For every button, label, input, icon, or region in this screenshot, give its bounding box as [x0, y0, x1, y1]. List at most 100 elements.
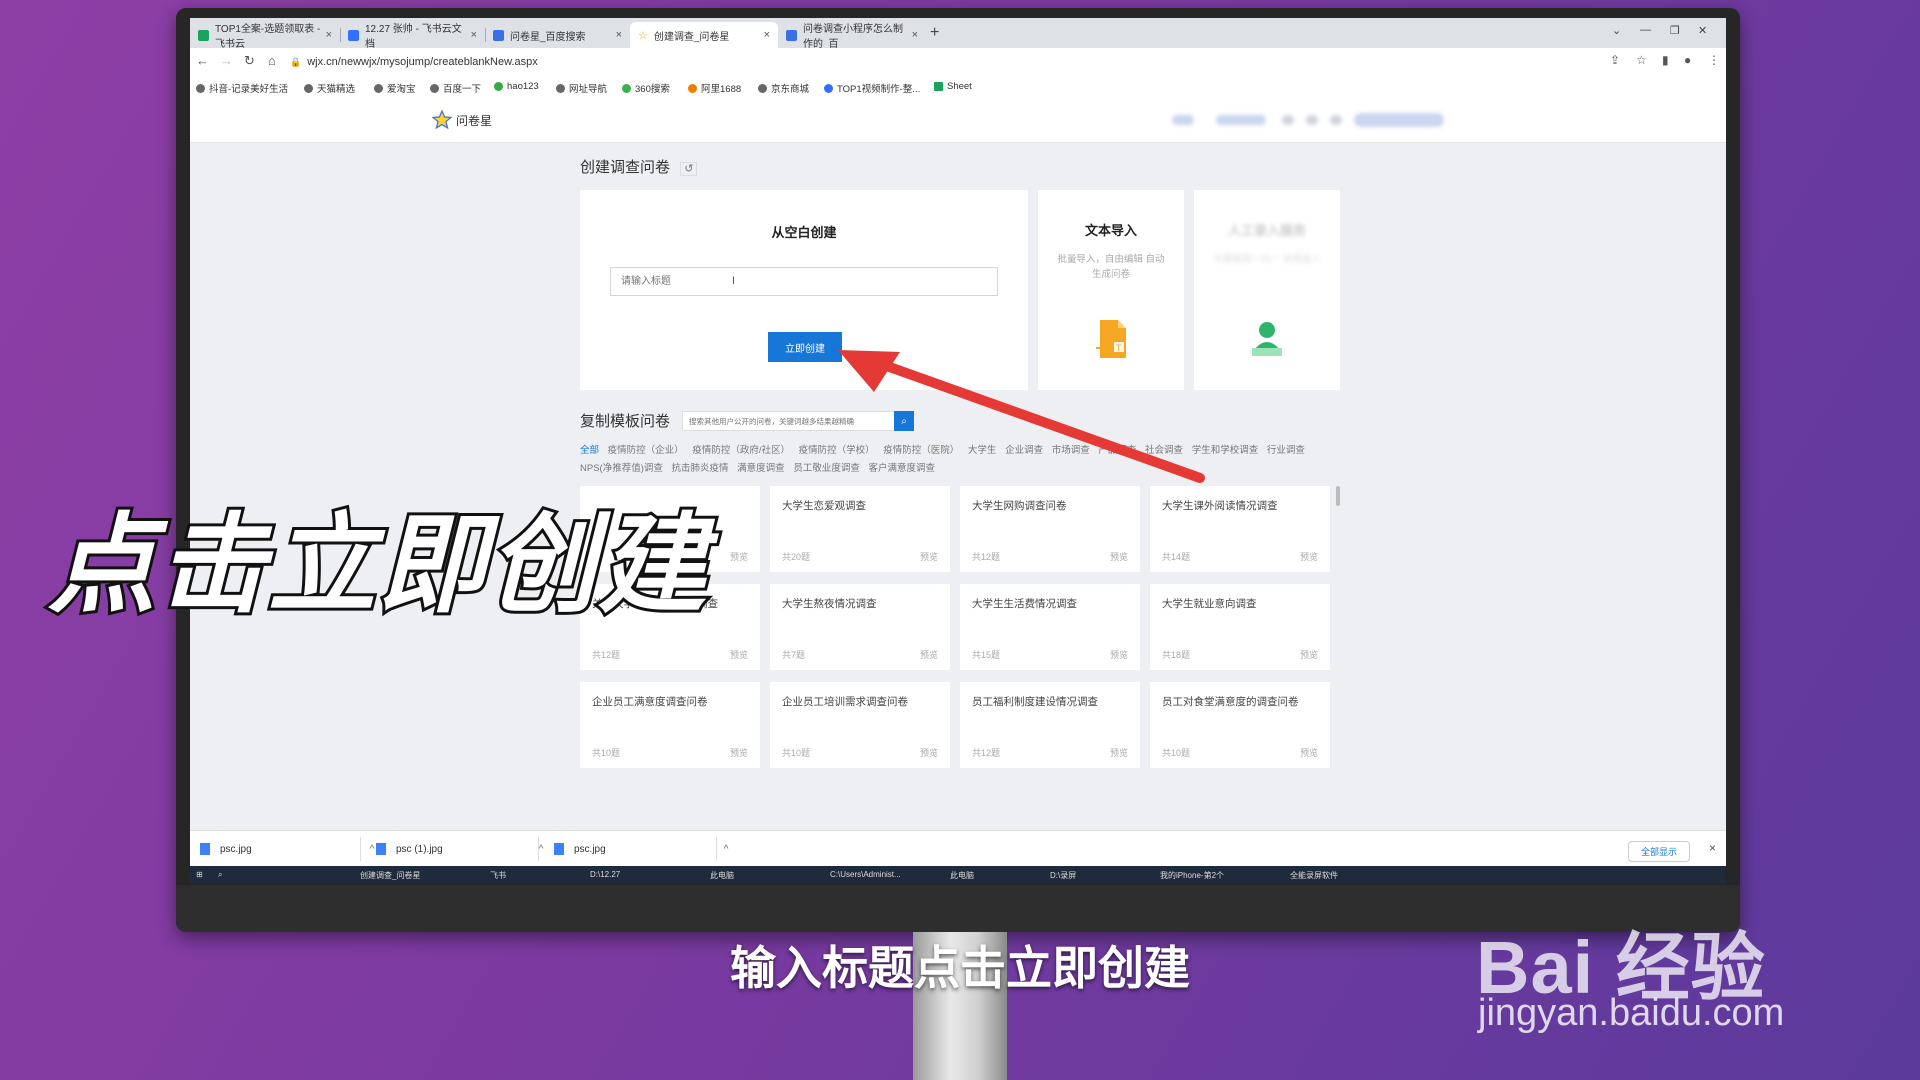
- close-icon[interactable]: ×: [912, 29, 918, 41]
- template-card[interactable]: 大学生课外阅读情况调查 共14题 预览: [1150, 486, 1330, 572]
- bookmark-item[interactable]: 网址导航: [556, 81, 607, 95]
- preview-link[interactable]: 预览: [1300, 550, 1318, 563]
- taskbar-item[interactable]: 此电脑: [710, 870, 734, 881]
- blurred-icon[interactable]: [1330, 115, 1342, 125]
- tab-bar: TOP1全案-选题领取表 - 飞书云 × 12.27 张帅 - 飞书云文档 × …: [190, 18, 1726, 50]
- close-icon[interactable]: ×: [1709, 841, 1716, 855]
- template-card[interactable]: 大学生网购调查问卷 共12题 预览: [960, 486, 1140, 572]
- bookmark-item[interactable]: 百度一下: [430, 81, 481, 95]
- category-item[interactable]: 全部: [580, 445, 599, 456]
- window-close-icon[interactable]: ✕: [1698, 24, 1707, 37]
- bookmark-item[interactable]: hao123: [494, 81, 539, 92]
- category-item[interactable]: NPS(净推荐值)调查: [580, 463, 663, 474]
- taskbar-item[interactable]: 创建调查_问卷星: [360, 870, 420, 881]
- preview-link[interactable]: 预览: [730, 648, 748, 661]
- star-logo-icon: [432, 110, 452, 130]
- blurred-user-menu[interactable]: [1354, 113, 1444, 127]
- bookmark-item[interactable]: 阿里1688: [688, 81, 741, 95]
- bookmark-item[interactable]: 天猫精选: [304, 81, 355, 95]
- bookmark-item[interactable]: TOP1视频制作-整...: [824, 81, 920, 95]
- profile-icon[interactable]: ●: [1684, 53, 1691, 67]
- preview-link[interactable]: 预览: [730, 550, 748, 563]
- template-card[interactable]: 员工福利制度建设情况调查 共12题 预览: [960, 682, 1140, 768]
- chevron-up-icon[interactable]: ^: [539, 844, 544, 855]
- search-icon[interactable]: ⌕: [218, 870, 222, 880]
- close-icon[interactable]: ×: [764, 29, 770, 41]
- customer-service-icon: [1252, 322, 1282, 356]
- tab-create-survey[interactable]: ☆ 创建调查_问卷星 ×: [630, 22, 778, 48]
- taskbar-item[interactable]: 飞书: [490, 870, 506, 881]
- template-card[interactable]: 企业员工满意度调查问卷 共10题 预览: [580, 682, 760, 768]
- menu-icon[interactable]: ⋮: [1708, 53, 1720, 67]
- sidebar-icon[interactable]: ▮: [1662, 53, 1669, 67]
- category-item[interactable]: 疫情防控（企业）: [608, 445, 684, 456]
- new-tab-icon[interactable]: +: [930, 24, 939, 42]
- template-card[interactable]: 企业员工培训需求调查问卷 共10题 预览: [770, 682, 950, 768]
- tab-feishu-sheet[interactable]: TOP1全案-选题领取表 - 飞书云 ×: [190, 22, 340, 50]
- start-icon[interactable]: ⊞: [196, 870, 203, 879]
- address-bar: ← → ↻ ⌂ 🔒 wjx.cn/newwjx/mysojump/createb…: [190, 48, 1726, 76]
- forward-icon[interactable]: →: [220, 53, 233, 68]
- category-item[interactable]: 抗击肺炎疫情: [672, 463, 729, 474]
- preview-link[interactable]: 预览: [920, 746, 938, 759]
- blurred-icon[interactable]: [1282, 115, 1294, 125]
- chevron-up-icon[interactable]: ^: [370, 844, 375, 855]
- preview-link[interactable]: 预览: [1300, 746, 1318, 759]
- scrollbar-thumb[interactable]: [1336, 486, 1340, 506]
- close-icon[interactable]: ×: [326, 29, 332, 41]
- download-item[interactable]: psc.jpg ^: [554, 843, 728, 855]
- download-item[interactable]: psc.jpg ^: [200, 843, 374, 855]
- category-item[interactable]: 满意度调查: [737, 463, 785, 474]
- bookmark-star-icon[interactable]: ☆: [1636, 53, 1647, 67]
- preview-link[interactable]: 预览: [730, 746, 748, 759]
- preview-link[interactable]: 预览: [1110, 746, 1128, 759]
- reload-icon[interactable]: ↻: [244, 53, 255, 69]
- blurred-icon[interactable]: [1306, 115, 1318, 125]
- taskbar-item[interactable]: D:\录屏: [1050, 870, 1076, 881]
- share-icon[interactable]: ⇪: [1610, 53, 1620, 67]
- taskbar-item[interactable]: 我的iPhone-第2个: [1160, 870, 1224, 881]
- title-input[interactable]: [610, 267, 998, 296]
- taskbar-item[interactable]: 此电脑: [950, 870, 974, 881]
- minimize-icon[interactable]: —: [1640, 24, 1651, 36]
- chevron-down-icon[interactable]: ⌄: [1612, 24, 1621, 37]
- template-card[interactable]: 大学生熬夜情况调查 共7题 预览: [770, 584, 950, 670]
- restore-icon[interactable]: ❐: [1670, 24, 1680, 37]
- taskbar-item[interactable]: D:\12.27: [590, 870, 620, 879]
- close-icon[interactable]: ×: [616, 29, 622, 41]
- taskbar-item[interactable]: 全能录屏软件: [1290, 870, 1338, 881]
- preview-link[interactable]: 预览: [920, 550, 938, 563]
- undo-icon[interactable]: ↺: [680, 162, 698, 176]
- url-field[interactable]: 🔒 wjx.cn/newwjx/mysojump/createblankNew.…: [290, 53, 538, 71]
- manual-entry-card[interactable]: 人工录入服务 专属客服一对一 快速录入: [1194, 190, 1340, 390]
- tab-baidu-search[interactable]: 问卷星_百度搜索 ×: [485, 22, 630, 48]
- category-item[interactable]: 疫情防控（政府/社区）: [692, 445, 790, 456]
- close-icon[interactable]: ×: [471, 29, 477, 41]
- preview-link[interactable]: 预览: [920, 648, 938, 661]
- preview-link[interactable]: 预览: [1300, 648, 1318, 661]
- chevron-up-icon[interactable]: ^: [724, 844, 729, 855]
- category-item[interactable]: 行业调查: [1267, 445, 1305, 456]
- bookmark-item[interactable]: Sheet: [934, 81, 972, 92]
- bookmark-item[interactable]: 京东商城: [758, 81, 809, 95]
- template-card[interactable]: 员工对食堂满意度的调查问卷 共10题 预览: [1150, 682, 1330, 768]
- bookmark-item[interactable]: 360搜索: [622, 81, 670, 95]
- site-logo[interactable]: 问卷星: [432, 110, 492, 130]
- preview-link[interactable]: 预览: [1110, 550, 1128, 563]
- template-card[interactable]: 大学生就业意向调查 共18题 预览: [1150, 584, 1330, 670]
- download-item[interactable]: psc (1).jpg ^: [376, 843, 543, 855]
- preview-link[interactable]: 预览: [1110, 648, 1128, 661]
- template-card[interactable]: 大学生生活费情况调查 共15题 预览: [960, 584, 1140, 670]
- tab-label: TOP1全案-选题领取表 - 飞书云: [215, 24, 321, 50]
- back-icon[interactable]: ←: [196, 53, 209, 68]
- blurred-nav-item[interactable]: [1172, 115, 1194, 125]
- template-card[interactable]: 大学生恋爱观调查 共20题 预览: [770, 486, 950, 572]
- bookmark-item[interactable]: 抖音-记录美好生活: [196, 81, 288, 95]
- tab-feishu-doc[interactable]: 12.27 张帅 - 飞书云文档 ×: [340, 22, 485, 50]
- tab-miniprogram-search[interactable]: 问卷调查小程序怎么制作的_百 ×: [778, 22, 926, 50]
- blurred-nav-item[interactable]: [1216, 115, 1266, 125]
- show-all-downloads-button[interactable]: 全部显示: [1627, 841, 1690, 862]
- bookmark-item[interactable]: 爱淘宝: [374, 81, 416, 95]
- taskbar-item[interactable]: C:\Users\Administ...: [830, 870, 901, 879]
- home-icon[interactable]: ⌂: [268, 53, 276, 68]
